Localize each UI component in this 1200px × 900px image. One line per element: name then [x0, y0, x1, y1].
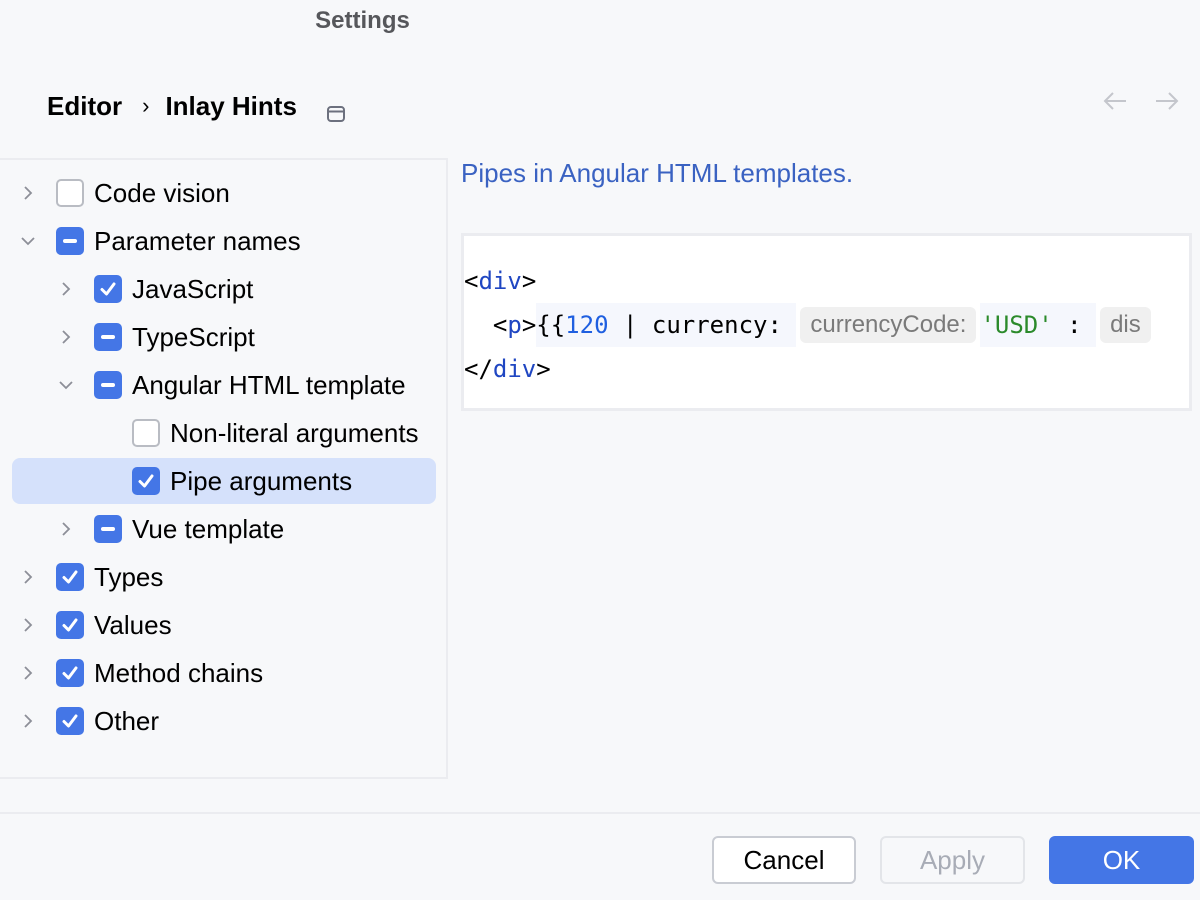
partial-dash-icon: [101, 383, 115, 387]
code-token: <: [464, 267, 479, 295]
code-string: 'USD': [980, 311, 1053, 339]
code-line-2: < p >{{120 | currency: currencyCode: 'USD' …: [464, 303, 1155, 347]
partial-dash-icon: [63, 239, 77, 243]
tree-item-label: Other: [94, 705, 160, 736]
code-token: >: [521, 311, 537, 339]
tree-item-label: Values: [94, 609, 172, 640]
partial-dash-icon: [101, 527, 115, 531]
tree-item-label: Method chains: [94, 657, 264, 688]
code-number: 120: [565, 311, 609, 339]
checkbox-unchecked[interactable]: [132, 419, 160, 447]
tree-item-values[interactable]: Values: [12, 602, 436, 648]
partial-dash-icon: [101, 335, 115, 339]
ok-button[interactable]: OK: [1049, 836, 1194, 884]
chevron-down-icon[interactable]: [56, 375, 76, 395]
tree-item-label: Angular HTML template: [132, 369, 406, 400]
tree-item-non-literal-arguments[interactable]: Non-literal arguments: [12, 410, 436, 456]
code-tag: p: [507, 311, 522, 339]
chevron-right-icon[interactable]: [18, 183, 38, 203]
tree-item-pipe-arguments[interactable]: Pipe arguments: [12, 458, 436, 504]
tree-item-javascript[interactable]: JavaScript: [12, 266, 436, 312]
chevron-right-icon[interactable]: [56, 327, 76, 347]
tree-item-parameter-names[interactable]: Parameter names: [12, 218, 436, 264]
tree-item-vue-template[interactable]: Vue template: [12, 506, 436, 552]
footer-divider: [0, 812, 1200, 814]
checkbox-checked[interactable]: [56, 659, 84, 687]
tree-item-angular-html-template[interactable]: Angular HTML template: [12, 362, 436, 408]
cancel-button[interactable]: Cancel: [712, 836, 856, 884]
inlay-hint-display: dis: [1100, 307, 1151, 343]
tree-item-label: TypeScript: [132, 321, 255, 352]
breadcrumb-inlay-hints: Inlay Hints: [165, 90, 297, 121]
arrow-left-icon[interactable]: [1102, 88, 1128, 114]
code-highlight: {{120 | currency:: [536, 303, 797, 347]
chevron-right-icon[interactable]: [18, 663, 38, 683]
inlay-hint-currency-code: currencyCode:: [800, 307, 977, 343]
code-token: | currency:: [608, 311, 797, 339]
inlay-hints-tree: Code vision Parameter names JavaScript Type…: [0, 158, 448, 779]
arrow-right-icon[interactable]: [1154, 88, 1180, 114]
chevron-right-icon[interactable]: [18, 711, 38, 731]
checkbox-partial[interactable]: [56, 227, 84, 255]
tree-item-label: Pipe arguments: [170, 465, 353, 496]
tree-item-label: Code vision: [94, 177, 230, 208]
apply-button[interactable]: Apply: [880, 836, 1025, 884]
chevron-right-icon[interactable]: [18, 615, 38, 635]
tree-item-label: Non-literal arguments: [170, 417, 419, 448]
code-tag: div: [492, 355, 537, 383]
checkbox-checked[interactable]: [56, 563, 84, 591]
checkbox-partial[interactable]: [94, 323, 122, 351]
breadcrumb: Editor › Inlay Hints: [47, 88, 345, 124]
code-token: >: [521, 267, 537, 295]
checkbox-checked[interactable]: [56, 611, 84, 639]
chevron-right-icon[interactable]: [56, 519, 76, 539]
checkbox-checked[interactable]: [56, 707, 84, 735]
tree-item-other[interactable]: Other: [12, 698, 436, 744]
checkbox-unchecked[interactable]: [56, 179, 84, 207]
checkbox-checked[interactable]: [94, 275, 122, 303]
tree-item-typescript[interactable]: TypeScript: [12, 314, 436, 360]
navigation-arrows: [1102, 88, 1180, 114]
hint-description: Pipes in Angular HTML templates.: [461, 158, 854, 188]
checkbox-partial[interactable]: [94, 515, 122, 543]
tree-item-label: Parameter names: [94, 225, 301, 256]
tree-item-label: JavaScript: [132, 273, 254, 304]
code-preview: < div > < p >{{120 | currency: currencyCode:…: [461, 233, 1192, 411]
code-line-3: </div >: [464, 347, 551, 391]
code-token: {{: [536, 311, 566, 339]
code-token: </: [464, 355, 493, 383]
code-highlight: 'USD' :: [980, 303, 1097, 347]
code-line-1: < div >: [464, 259, 536, 303]
tree-item-code-vision[interactable]: Code vision: [12, 170, 436, 216]
checkbox-partial[interactable]: [94, 371, 122, 399]
code-tag: div: [478, 267, 522, 295]
chevron-right-icon[interactable]: [18, 567, 38, 587]
checkbox-checked[interactable]: [132, 467, 160, 495]
chevron-right-icon[interactable]: [56, 279, 76, 299]
window-title: Settings: [315, 7, 410, 34]
breadcrumb-separator: ›: [142, 93, 150, 118]
tree-item-label: Types: [94, 561, 164, 592]
tree-item-method-chains[interactable]: Method chains: [12, 650, 436, 696]
code-token: :: [1052, 311, 1097, 339]
window-pin-icon[interactable]: [326, 98, 345, 122]
tree-item-label: Vue template: [132, 513, 285, 544]
chevron-down-icon[interactable]: [18, 231, 38, 251]
breadcrumb-editor[interactable]: Editor: [47, 91, 122, 122]
code-token: <: [492, 311, 508, 339]
code-token: >: [536, 355, 551, 383]
tree-item-types[interactable]: Types: [12, 554, 436, 600]
